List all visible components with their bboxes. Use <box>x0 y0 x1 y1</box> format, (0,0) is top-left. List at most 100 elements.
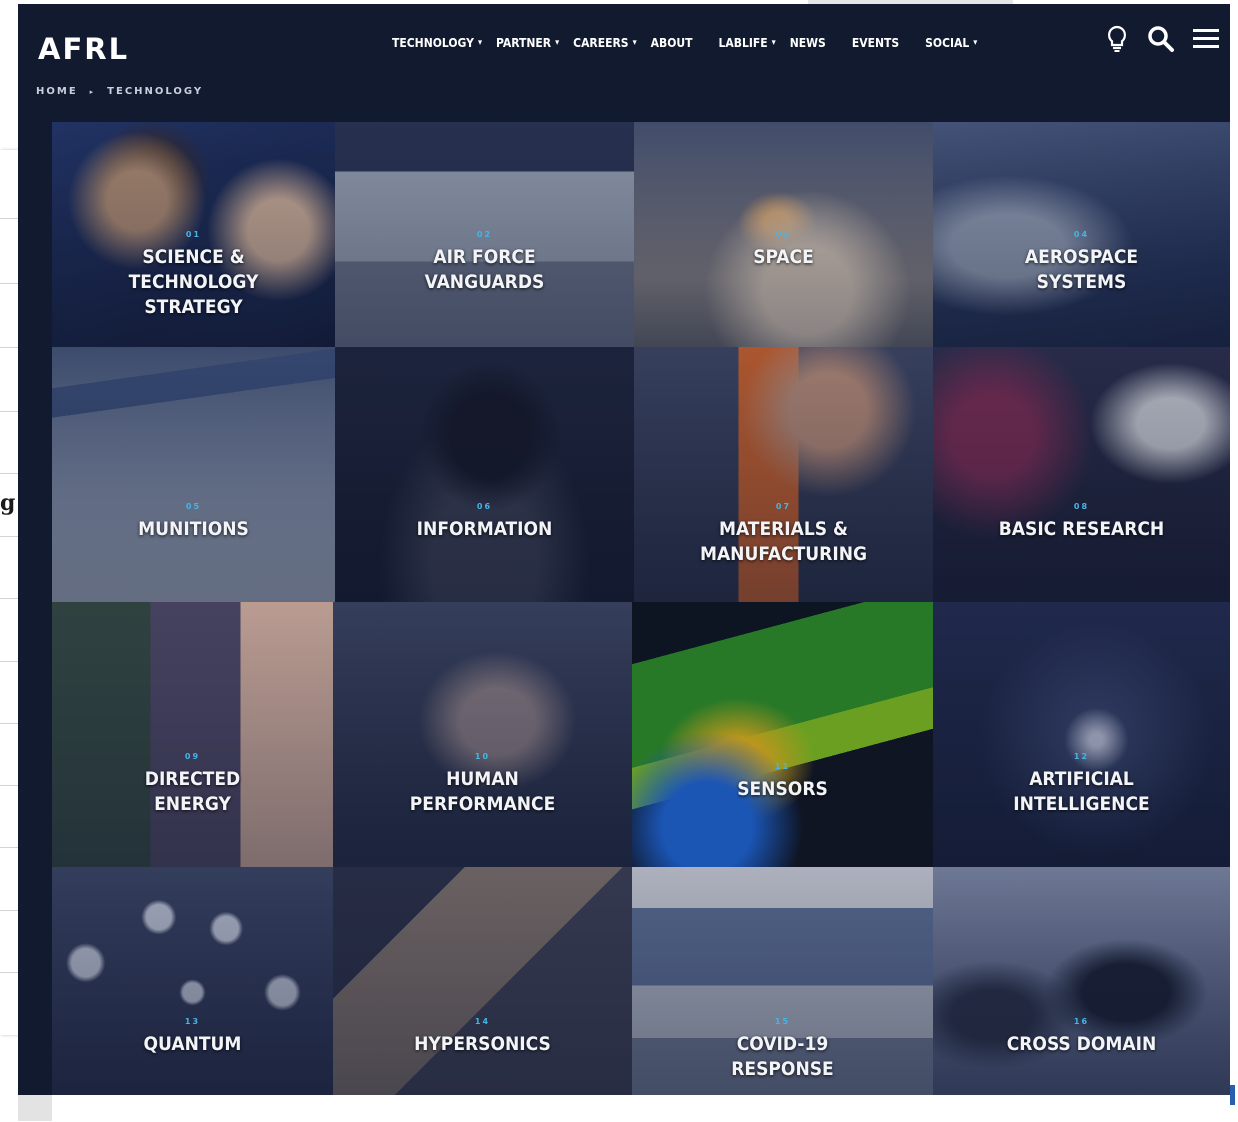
site-header: AFRL TECHNOLOGY ▾ PARTNER ▾ CAREERS ▾ ABOUT… <box>18 4 1230 122</box>
tile-caption: 06 INFORMATION <box>335 502 634 542</box>
tile-number: 12 <box>1073 752 1090 761</box>
nav-label: ABOUT <box>650 36 693 50</box>
chevron-down-icon: ▾ <box>973 38 978 48</box>
chevron-down-icon: ▾ <box>632 38 637 48</box>
tile-overlay <box>52 867 333 1095</box>
breadcrumb: HOME ▸ TECHNOLOGY <box>36 86 203 97</box>
breadcrumb-home[interactable]: HOME <box>36 86 78 97</box>
tile-caption: 05 MUNITIONS <box>52 502 335 542</box>
tile-aerospace-systems[interactable]: 04 AEROSPACE SYSTEMS <box>933 122 1230 347</box>
tile-overlay <box>52 347 335 602</box>
tile-caption: 07 MATERIALS & MANUFACTURING <box>634 502 933 567</box>
nav-label: PARTNER <box>496 36 552 50</box>
tile-basic-research[interactable]: 08 BASIC RESEARCH <box>933 347 1230 602</box>
tile-overlay <box>335 347 634 602</box>
tile-title: CROSS DOMAIN <box>1006 1033 1157 1055</box>
tile-number: 09 <box>184 752 201 761</box>
tile-caption: 10 HUMAN PERFORMANCE <box>333 752 632 817</box>
tile-covid-19-response[interactable]: 15 COVID-19 RESPONSE <box>632 867 933 1095</box>
nav-label: EVENTS <box>851 36 900 50</box>
tile-caption: 16 CROSS DOMAIN <box>933 1017 1230 1057</box>
lightbulb-icon[interactable] <box>1100 22 1134 56</box>
tile-title: DIRECTED ENERGY <box>144 768 241 815</box>
tile-number: 06 <box>476 502 493 511</box>
tile-artificial-intelligence[interactable]: 12 ARTIFICIAL INTELLIGENCE <box>933 602 1230 867</box>
tile-title: SENSORS <box>737 778 828 800</box>
tile-caption: 01 SCIENCE & TECHNOLOGY STRATEGY <box>52 230 335 320</box>
nav-label: CAREERS <box>573 36 629 50</box>
tile-number: 05 <box>185 502 202 511</box>
tile-overlay <box>333 602 632 867</box>
nav-label: LABLIFE <box>718 36 768 50</box>
nav-events[interactable]: EVENTS <box>852 36 899 50</box>
tile-title: BASIC RESEARCH <box>998 518 1165 540</box>
tile-title: SPACE <box>753 246 814 268</box>
nav-about[interactable]: ABOUT <box>651 36 693 50</box>
nav-careers[interactable]: CAREERS ▾ <box>573 36 637 50</box>
afrl-logo[interactable]: AFRL <box>38 32 129 66</box>
nav-label: NEWS <box>789 36 826 50</box>
nav-technology[interactable]: TECHNOLOGY ▾ <box>392 36 482 50</box>
tile-title: QUANTUM <box>143 1033 242 1055</box>
tile-caption: 09 DIRECTED ENERGY <box>52 752 333 817</box>
tile-overlay <box>933 602 1230 867</box>
tile-sensors[interactable]: 11 SENSORS <box>632 602 933 867</box>
tile-directed-energy[interactable]: 09 DIRECTED ENERGY <box>52 602 333 867</box>
tile-title: COVID-19 RESPONSE <box>731 1033 834 1080</box>
tile-hypersonics[interactable]: 14 HYPERSONICS <box>333 867 632 1095</box>
tile-title: HUMAN PERFORMANCE <box>409 768 556 815</box>
nav-label: TECHNOLOGY <box>392 36 474 50</box>
tile-materials-manufacturing[interactable]: 07 MATERIALS & MANUFACTURING <box>634 347 933 602</box>
afrl-technology-page: AFRL TECHNOLOGY ▾ PARTNER ▾ CAREERS ▾ ABOUT… <box>18 4 1230 1095</box>
breadcrumb-technology[interactable]: TECHNOLOGY <box>107 86 203 97</box>
chevron-down-icon: ▾ <box>771 38 776 48</box>
tile-space[interactable]: 03 SPACE <box>634 122 933 347</box>
nav-social[interactable]: SOCIAL ▾ <box>925 36 977 50</box>
tile-caption: 08 BASIC RESEARCH <box>933 502 1230 542</box>
tile-title: ARTIFICIAL INTELLIGENCE <box>1013 768 1150 815</box>
tile-title: HYPERSONICS <box>414 1033 551 1055</box>
tile-overlay <box>933 867 1230 1095</box>
tile-number: 02 <box>476 230 493 239</box>
tile-caption: 03 SPACE <box>634 230 933 270</box>
tile-number: 04 <box>1073 230 1090 239</box>
tile-munitions[interactable]: 05 MUNITIONS <box>52 347 335 602</box>
nav-lablife[interactable]: LABLIFE ▾ <box>719 36 776 50</box>
tile-number: 01 <box>185 230 202 239</box>
tile-title: AEROSPACE SYSTEMS <box>1024 246 1139 293</box>
tile-title: SCIENCE & TECHNOLOGY STRATEGY <box>128 246 259 318</box>
tile-title: AIR FORCE VANGUARDS <box>424 246 545 293</box>
search-icon[interactable] <box>1144 22 1178 56</box>
tile-number: 13 <box>184 1017 201 1026</box>
tile-number: 08 <box>1073 502 1090 511</box>
background-text-fragment: g <box>0 490 16 516</box>
tile-number: 11 <box>774 762 791 771</box>
tile-caption: 14 HYPERSONICS <box>333 1017 632 1057</box>
tile-quantum[interactable]: 13 QUANTUM <box>52 867 333 1095</box>
tile-caption: 11 SENSORS <box>632 762 933 802</box>
nav-news[interactable]: NEWS <box>790 36 826 50</box>
nav-partner[interactable]: PARTNER ▾ <box>496 36 559 50</box>
tile-caption: 15 COVID-19 RESPONSE <box>632 1017 933 1082</box>
tile-overlay <box>52 602 333 867</box>
main-nav: TECHNOLOGY ▾ PARTNER ▾ CAREERS ▾ ABOUT LABL… <box>392 36 991 50</box>
tile-number: 15 <box>774 1017 791 1026</box>
tile-overlay <box>333 867 632 1095</box>
chevron-down-icon: ▾ <box>555 38 560 48</box>
tile-caption: 02 AIR FORCE VANGUARDS <box>335 230 634 295</box>
tile-science-technology-strategy[interactable]: 01 SCIENCE & TECHNOLOGY STRATEGY <box>52 122 335 347</box>
header-icons <box>1100 22 1230 56</box>
tile-caption: 13 QUANTUM <box>52 1017 333 1057</box>
tile-cross-domain[interactable]: 16 CROSS DOMAIN <box>933 867 1230 1095</box>
tile-title: MUNITIONS <box>138 518 249 540</box>
breadcrumb-separator-icon: ▸ <box>89 87 96 96</box>
tile-number: 07 <box>775 502 792 511</box>
menu-icon[interactable] <box>1188 22 1222 56</box>
tile-human-performance[interactable]: 10 HUMAN PERFORMANCE <box>333 602 632 867</box>
tile-title: MATERIALS & MANUFACTURING <box>699 518 868 565</box>
tile-air-force-vanguards[interactable]: 02 AIR FORCE VANGUARDS <box>335 122 634 347</box>
tile-title: INFORMATION <box>416 518 553 540</box>
tile-information[interactable]: 06 INFORMATION <box>335 347 634 602</box>
technology-tile-grid: 01 SCIENCE & TECHNOLOGY STRATEGY 02 AIR … <box>52 122 1230 1095</box>
chevron-down-icon: ▾ <box>477 38 483 48</box>
